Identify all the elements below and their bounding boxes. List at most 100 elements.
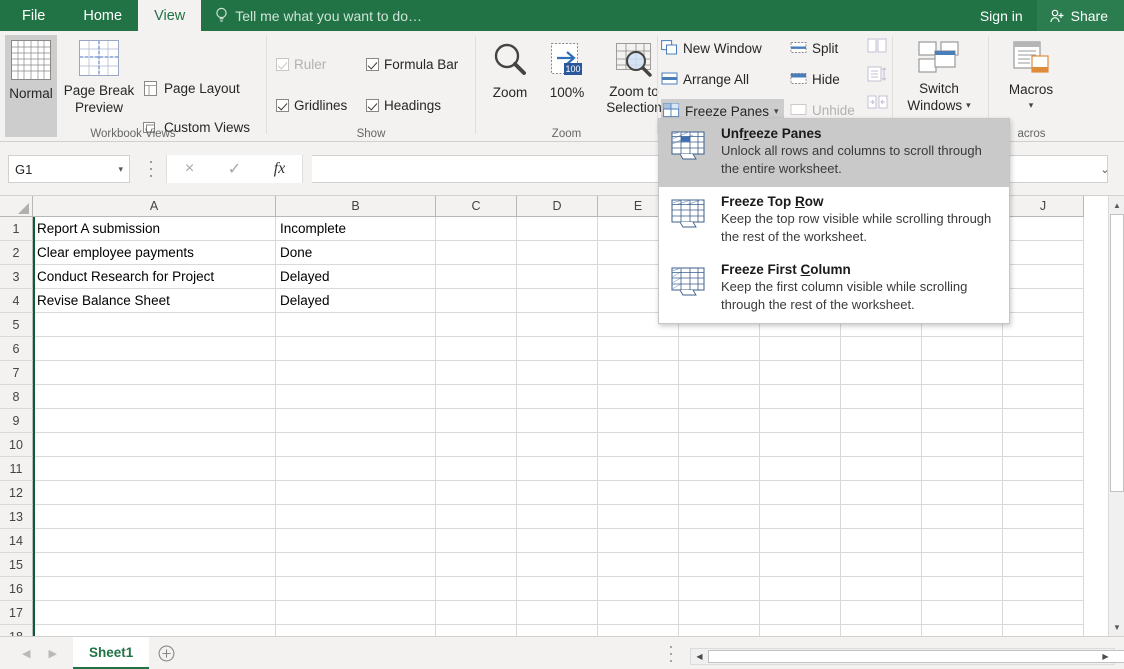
column-header-C[interactable]: C <box>436 196 517 217</box>
cell-G16[interactable] <box>760 577 841 601</box>
gridlines-checkbox-item[interactable]: Gridlines <box>276 94 347 116</box>
sheet-nav-arrows[interactable]: ◀ ▶ <box>0 647 73 660</box>
cell-B13[interactable] <box>276 505 436 529</box>
cell-E9[interactable] <box>598 409 679 433</box>
cell-J12[interactable] <box>1003 481 1084 505</box>
row-header-16[interactable]: 16 <box>0 577 33 601</box>
cell-H9[interactable] <box>841 409 922 433</box>
cell-J17[interactable] <box>1003 601 1084 625</box>
cell-A18[interactable] <box>33 625 276 636</box>
cell-D13[interactable] <box>517 505 598 529</box>
cell-I16[interactable] <box>922 577 1003 601</box>
prev-sheet-icon[interactable]: ◀ <box>22 647 30 660</box>
cell-D7[interactable] <box>517 361 598 385</box>
zoom-button[interactable]: Zoom <box>482 35 538 135</box>
cell-C4[interactable] <box>436 289 517 313</box>
cell-G12[interactable] <box>760 481 841 505</box>
cell-H8[interactable] <box>841 385 922 409</box>
row-header-17[interactable]: 17 <box>0 601 33 625</box>
cell-B7[interactable] <box>276 361 436 385</box>
cell-J2[interactable] <box>1003 241 1084 265</box>
cell-D5[interactable] <box>517 313 598 337</box>
cell-H18[interactable] <box>841 625 922 636</box>
cell-F7[interactable] <box>679 361 760 385</box>
cell-G13[interactable] <box>760 505 841 529</box>
row-header-8[interactable]: 8 <box>0 385 33 409</box>
cell-J9[interactable] <box>1003 409 1084 433</box>
column-header-A[interactable]: A <box>33 196 276 217</box>
cell-F17[interactable] <box>679 601 760 625</box>
name-box[interactable]: G1 ▾ <box>8 155 130 183</box>
row-header-7[interactable]: 7 <box>0 361 33 385</box>
cell-B15[interactable] <box>276 553 436 577</box>
cell-C15[interactable] <box>436 553 517 577</box>
cell-C8[interactable] <box>436 385 517 409</box>
cell-B3[interactable]: Delayed <box>276 265 436 289</box>
cell-J13[interactable] <box>1003 505 1084 529</box>
cell-E7[interactable] <box>598 361 679 385</box>
menu-item-freeze-first-column[interactable]: Freeze First Column Keep the first colum… <box>659 255 1009 323</box>
cell-C11[interactable] <box>436 457 517 481</box>
tab-home[interactable]: Home <box>67 0 138 31</box>
cell-B11[interactable] <box>276 457 436 481</box>
view-side-by-side-button[interactable] <box>867 37 888 61</box>
cell-J10[interactable] <box>1003 433 1084 457</box>
cell-A13[interactable] <box>33 505 276 529</box>
cell-F15[interactable] <box>679 553 760 577</box>
cell-B8[interactable] <box>276 385 436 409</box>
menu-item-freeze-top-row[interactable]: Freeze Top Row Keep the top row visible … <box>659 187 1009 255</box>
scroll-down-button[interactable]: ▼ <box>1110 619 1124 635</box>
cell-A17[interactable] <box>33 601 276 625</box>
cell-D17[interactable] <box>517 601 598 625</box>
cell-D6[interactable] <box>517 337 598 361</box>
cell-D4[interactable] <box>517 289 598 313</box>
cell-B12[interactable] <box>276 481 436 505</box>
select-all-corner[interactable] <box>0 196 33 217</box>
cell-C6[interactable] <box>436 337 517 361</box>
cell-F13[interactable] <box>679 505 760 529</box>
cell-C9[interactable] <box>436 409 517 433</box>
formula-bar-grip[interactable] <box>146 161 156 177</box>
cell-E6[interactable] <box>598 337 679 361</box>
row-header-6[interactable]: 6 <box>0 337 33 361</box>
synchronous-scrolling-button[interactable] <box>867 65 888 89</box>
cell-A2[interactable]: Clear employee payments <box>33 241 276 265</box>
menu-item-unfreeze-panes[interactable]: Unfreeze Panes Unlock all rows and colum… <box>659 119 1009 187</box>
cell-B6[interactable] <box>276 337 436 361</box>
cell-I12[interactable] <box>922 481 1003 505</box>
cell-I15[interactable] <box>922 553 1003 577</box>
cell-G9[interactable] <box>760 409 841 433</box>
share-button[interactable]: Share <box>1037 0 1124 31</box>
cell-E15[interactable] <box>598 553 679 577</box>
cell-G14[interactable] <box>760 529 841 553</box>
horizontal-scrollbar[interactable]: ◀ ▶ <box>690 648 1115 665</box>
cell-G15[interactable] <box>760 553 841 577</box>
cell-A4[interactable]: Revise Balance Sheet <box>33 289 276 313</box>
cell-B17[interactable] <box>276 601 436 625</box>
reset-window-position-button[interactable] <box>867 93 888 117</box>
expand-formula-bar-button[interactable]: ⌄ <box>1094 155 1116 183</box>
cell-D18[interactable] <box>517 625 598 636</box>
cell-F9[interactable] <box>679 409 760 433</box>
cell-E17[interactable] <box>598 601 679 625</box>
cell-J5[interactable] <box>1003 313 1084 337</box>
cell-H7[interactable] <box>841 361 922 385</box>
cell-B10[interactable] <box>276 433 436 457</box>
cell-H16[interactable] <box>841 577 922 601</box>
row-header-9[interactable]: 9 <box>0 409 33 433</box>
cell-I10[interactable] <box>922 433 1003 457</box>
cell-C10[interactable] <box>436 433 517 457</box>
cell-I13[interactable] <box>922 505 1003 529</box>
cell-A3[interactable]: Conduct Research for Project <box>33 265 276 289</box>
cell-B18[interactable] <box>276 625 436 636</box>
cell-F11[interactable] <box>679 457 760 481</box>
cell-A16[interactable] <box>33 577 276 601</box>
ruler-checkbox[interactable] <box>276 58 289 71</box>
cell-C7[interactable] <box>436 361 517 385</box>
cell-J3[interactable] <box>1003 265 1084 289</box>
cell-J15[interactable] <box>1003 553 1084 577</box>
cell-J4[interactable] <box>1003 289 1084 313</box>
cell-A11[interactable] <box>33 457 276 481</box>
cell-B9[interactable] <box>276 409 436 433</box>
cell-C13[interactable] <box>436 505 517 529</box>
